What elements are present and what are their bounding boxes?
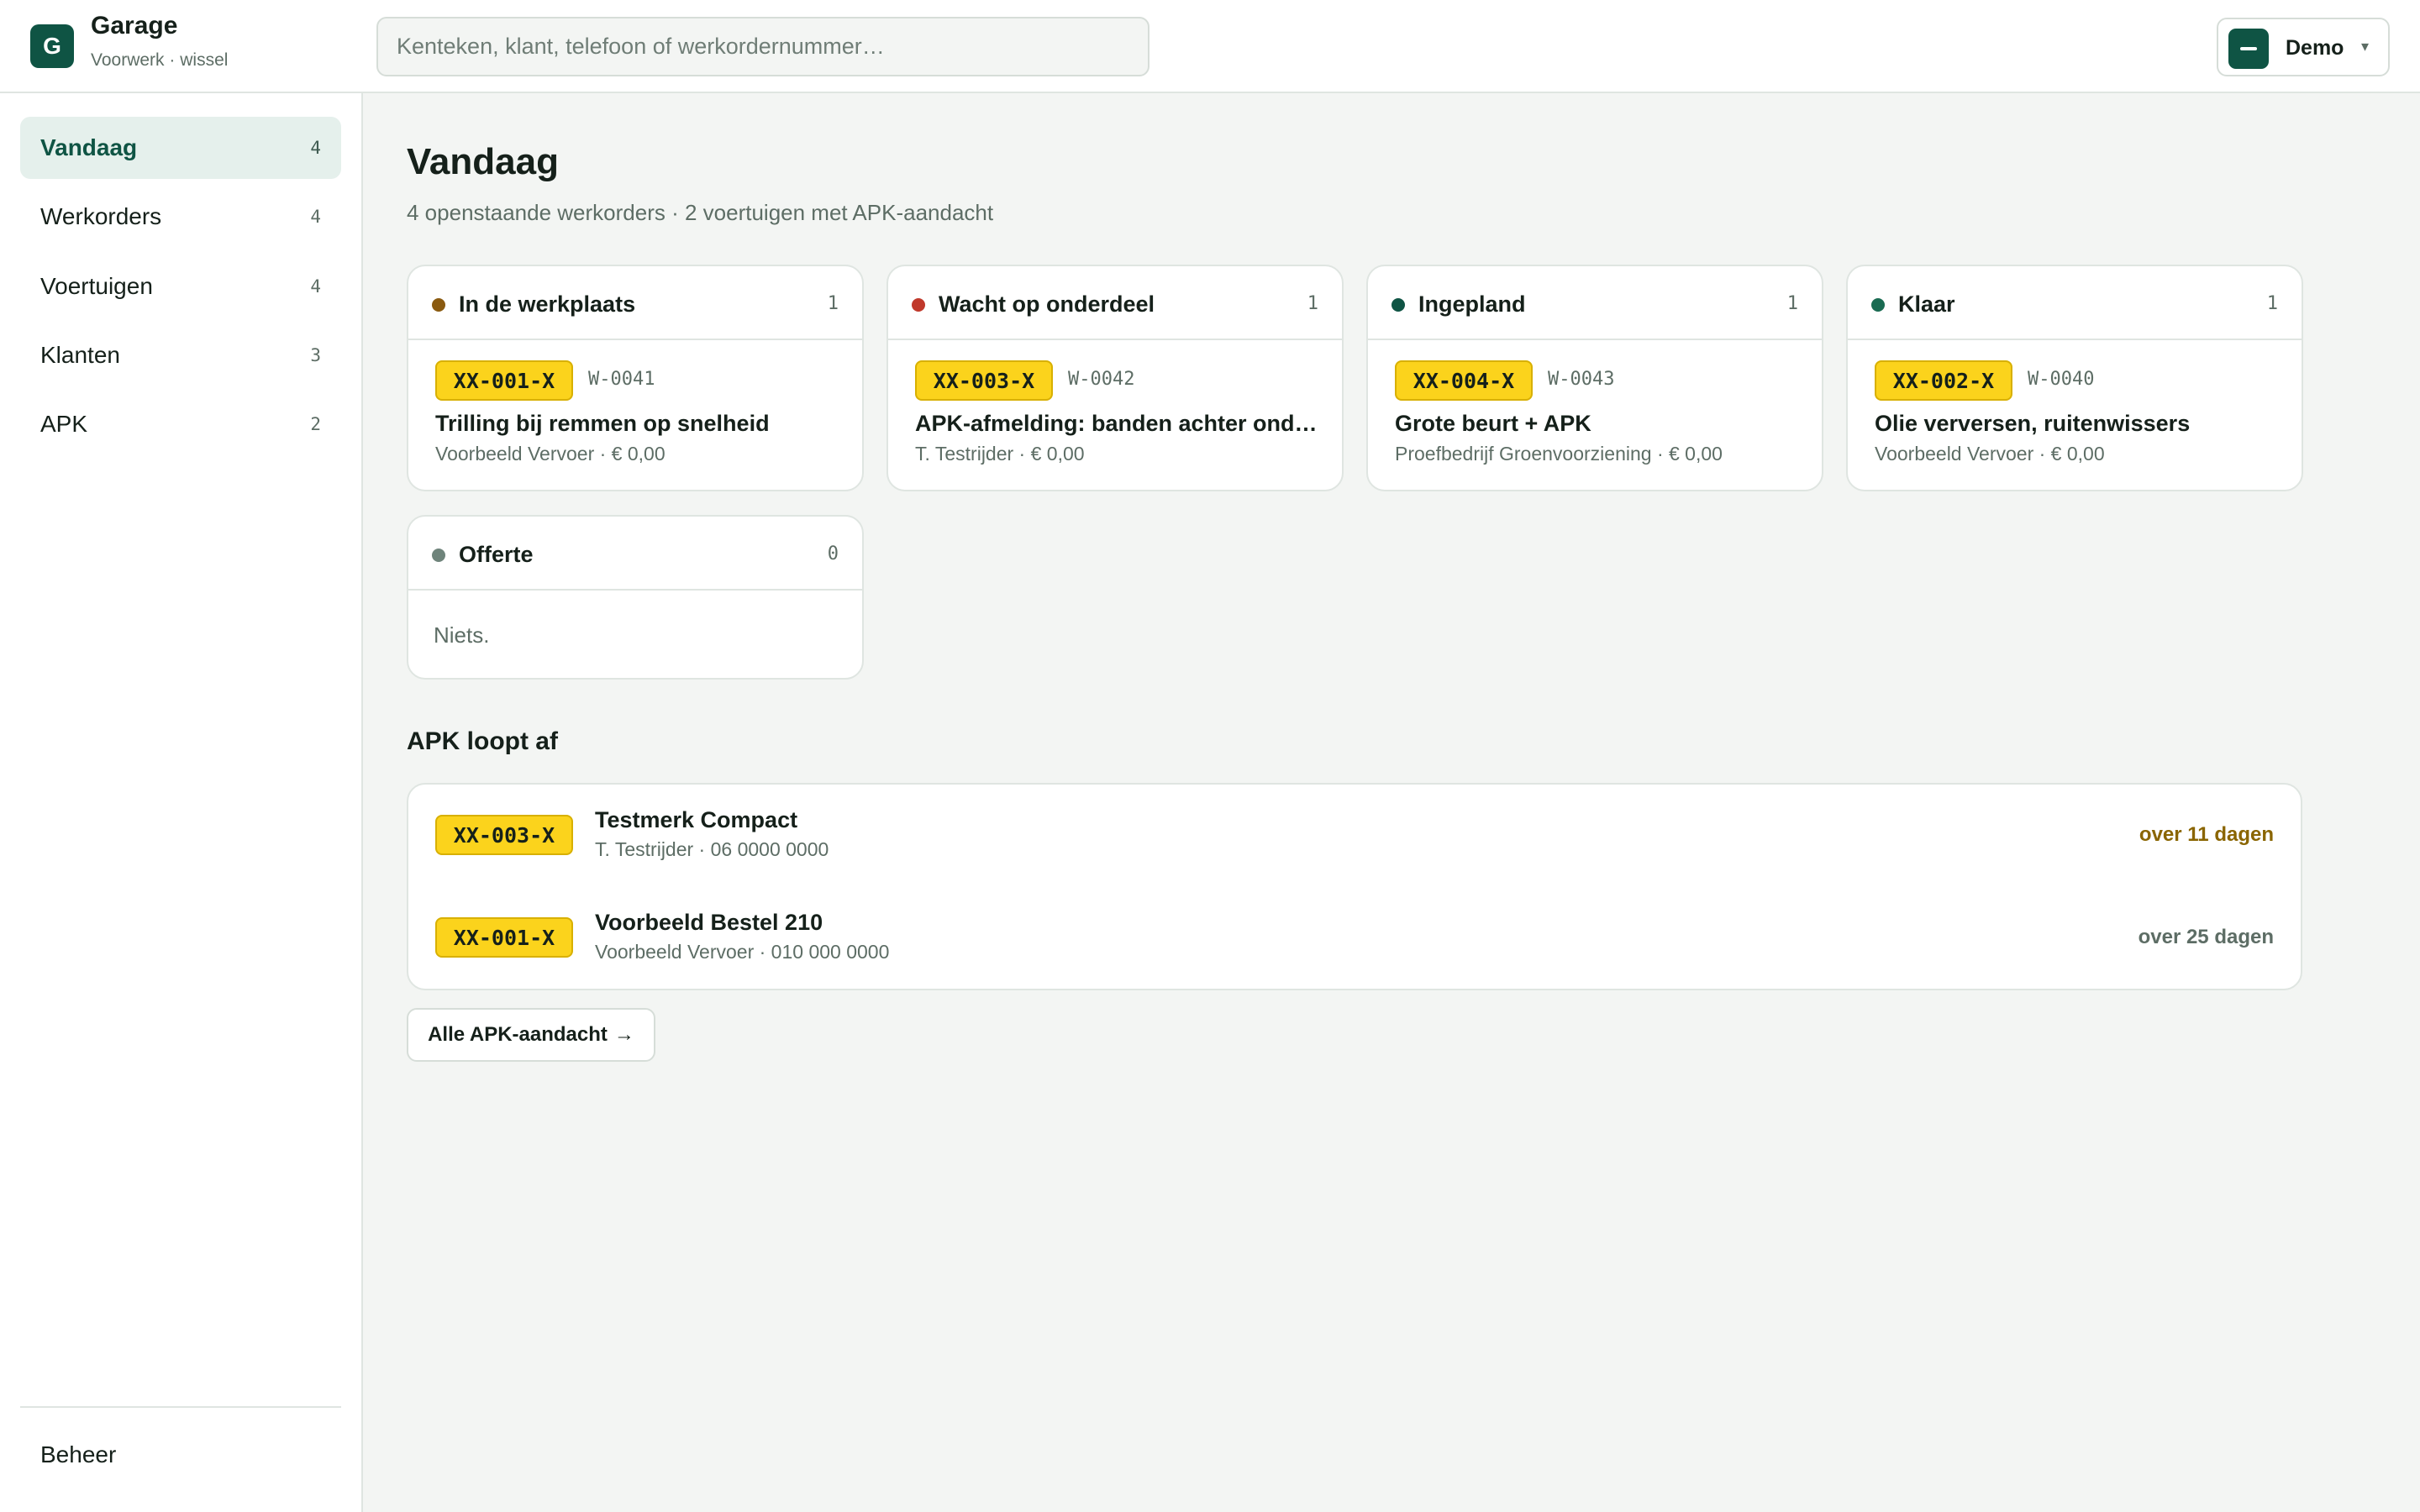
brand-switch-link[interactable]: wissel: [180, 50, 228, 70]
search-input[interactable]: [376, 17, 1150, 76]
column-title: Offerte: [459, 542, 534, 567]
brand-logo[interactable]: G: [30, 24, 74, 68]
column-count: 1: [1786, 293, 1798, 314]
sidebar-item-werkorders[interactable]: Werkorders 4: [20, 186, 341, 248]
workorder-card[interactable]: XX-004-X W-0043 Grote beurt + APK Proefb…: [1368, 340, 1822, 490]
workorder-card[interactable]: XX-001-X W-0041 Trilling bij remmen op s…: [408, 340, 862, 490]
workorder-number: W-0042: [1068, 369, 1135, 390]
status-column-in-de-werkplaats: In de werkplaats 1 XX-001-X W-0041 Trill…: [407, 265, 864, 491]
workorder-title: APK-afmelding: banden achter ond…: [915, 411, 1318, 436]
sidebar: Vandaag 4 Werkorders 4 Voertuigen 4 Klan…: [0, 93, 363, 1512]
workorder-card[interactable]: XX-002-X W-0040 Olie verversen, ruitenwi…: [1848, 340, 2302, 490]
apk-row[interactable]: XX-001-X Voorbeeld Bestel 210 Voorbeeld …: [408, 887, 2301, 988]
status-dot-icon: [432, 298, 445, 312]
license-plate: XX-001-X: [435, 917, 573, 958]
app-root: G Garage Voorwerk · wissel Demo ▾ Vandaa…: [0, 0, 2420, 1512]
license-plate: XX-003-X: [915, 360, 1053, 401]
workorder-meta: T. Testrijder · € 0,00: [915, 443, 1085, 465]
workorder-meta: Voorbeeld Vervoer · € 0,00: [1875, 443, 2105, 465]
column-title: Ingepland: [1418, 291, 1526, 317]
sidebar-item-count: 4: [310, 207, 321, 227]
sidebar-item-label: Werkorders: [40, 203, 162, 229]
column-header: In de werkplaats 1: [408, 266, 862, 340]
column-title: In de werkplaats: [459, 291, 636, 317]
workorder-number: W-0040: [2028, 369, 2095, 390]
sidebar-item-count: 2: [310, 414, 321, 434]
status-column-wacht-op-onderdeel: Wacht op onderdeel 1 XX-003-X W-0042 APK…: [886, 265, 1344, 491]
sidebar-item-apk[interactable]: APK 2: [20, 393, 341, 455]
sidebar-item-label: Beheer: [40, 1441, 117, 1467]
vehicle-model: Voorbeeld Bestel 210: [595, 910, 823, 935]
sidebar-item-count: 4: [310, 276, 321, 297]
empty-text: Niets.: [434, 622, 490, 648]
column-count: 1: [827, 293, 839, 314]
license-plate: XX-001-X: [435, 360, 573, 401]
brand-org: Voorwerk: [91, 50, 165, 70]
apk-due-label: over 25 dagen: [2138, 926, 2274, 948]
account-name: Demo: [2286, 36, 2344, 60]
workorder-card[interactable]: XX-003-X W-0042 APK-afmelding: banden ac…: [888, 340, 1342, 490]
status-dot-icon: [432, 549, 445, 562]
column-title: Wacht op onderdeel: [939, 291, 1155, 317]
all-apk-button[interactable]: Alle APK-aandacht →: [407, 1008, 655, 1062]
license-plate: XX-004-X: [1395, 360, 1533, 401]
column-title: Klaar: [1898, 291, 1955, 317]
brand-subtitle: Voorwerk · wissel: [91, 50, 228, 71]
sidebar-item-klanten[interactable]: Klanten 3: [20, 324, 341, 386]
status-dot-icon: [912, 298, 925, 312]
chevron-down-icon: ▾: [2361, 38, 2370, 55]
apk-due-label: over 11 dagen: [2139, 823, 2274, 846]
sidebar-item-count: 3: [310, 345, 321, 365]
apk-row[interactable]: XX-003-X Testmerk Compact T. Testrijder …: [408, 785, 2301, 885]
workorder-number: W-0043: [1548, 369, 1615, 390]
account-avatar: [2228, 29, 2269, 69]
column-count: 1: [1307, 293, 1318, 314]
topbar: G Garage Voorwerk · wissel Demo ▾: [0, 0, 2420, 93]
column-header: Klaar 1: [1848, 266, 2302, 340]
brand-name: Garage: [91, 12, 178, 39]
status-dot-icon: [1871, 298, 1885, 312]
apk-section-title: APK loopt af: [407, 727, 558, 755]
vehicle-model: Testmerk Compact: [595, 807, 798, 832]
workorder-title: Olie verversen, ruitenwissers: [1875, 411, 2191, 436]
sidebar-item-beheer[interactable]: Beheer: [20, 1424, 341, 1486]
vehicle-owner-meta: T. Testrijder · 06 0000 0000: [595, 838, 829, 860]
apk-list: XX-003-X Testmerk Compact T. Testrijder …: [407, 783, 2302, 990]
column-header: Ingepland 1: [1368, 266, 1822, 340]
workorder-meta: Proefbedrijf Groenvoorziening · € 0,00: [1395, 443, 1723, 465]
license-plate: XX-002-X: [1875, 360, 2012, 401]
status-column-klaar: Klaar 1 XX-002-X W-0040 Olie verversen, …: [1846, 265, 2303, 491]
status-dot-icon: [1392, 298, 1405, 312]
sidebar-item-label: Voertuigen: [40, 273, 153, 299]
brand-separator: ·: [169, 50, 176, 70]
sidebar-item-count: 4: [310, 138, 321, 158]
sidebar-item-voertuigen[interactable]: Voertuigen 4: [20, 255, 341, 318]
sidebar-divider: [20, 1406, 341, 1408]
sidebar-item-vandaag[interactable]: Vandaag 4: [20, 117, 341, 179]
sidebar-item-label: APK: [40, 411, 88, 437]
sidebar-item-label: Vandaag: [40, 134, 138, 160]
arrow-right-icon: →: [613, 1023, 634, 1046]
workorder-title: Trilling bij remmen op snelheid: [435, 411, 770, 436]
vehicle-owner-meta: Voorbeeld Vervoer · 010 000 0000: [595, 941, 890, 963]
status-column-offerte: Offerte 0 Niets.: [407, 515, 864, 680]
license-plate: XX-003-X: [435, 815, 573, 855]
page-title: Vandaag: [407, 141, 559, 182]
column-count: 1: [2266, 293, 2278, 314]
column-header: Wacht op onderdeel 1: [888, 266, 1342, 340]
account-menu-button[interactable]: Demo ▾: [2217, 18, 2390, 76]
column-count: 0: [827, 543, 839, 564]
column-header: Offerte 0: [408, 517, 862, 591]
workorder-title: Grote beurt + APK: [1395, 411, 1591, 436]
button-label: Alle APK-aandacht: [428, 1023, 608, 1046]
column-empty-state: Niets.: [408, 591, 862, 678]
status-column-ingepland: Ingepland 1 XX-004-X W-0043 Grote beurt …: [1366, 265, 1823, 491]
page-subtitle: 4 openstaande werkorders · 2 voertuigen …: [407, 200, 994, 225]
workorder-meta: Voorbeeld Vervoer · € 0,00: [435, 443, 666, 465]
workorder-number: W-0041: [588, 369, 655, 390]
sidebar-item-label: Klanten: [40, 342, 120, 368]
